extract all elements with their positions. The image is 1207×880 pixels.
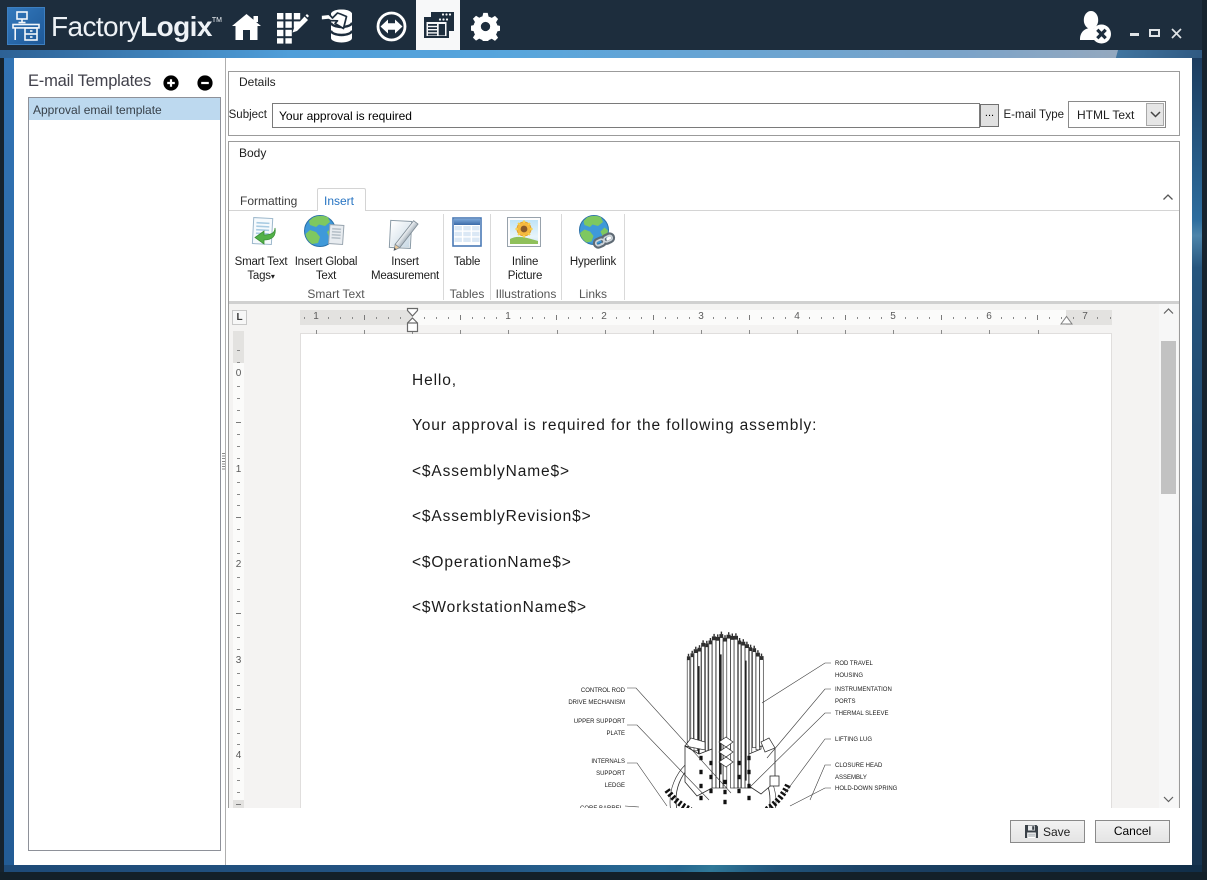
svg-text:DRIVE MECHANISM: DRIVE MECHANISM — [568, 700, 625, 706]
svg-text:PORTS: PORTS — [835, 699, 856, 705]
svg-text:ROD TRAVEL: ROD TRAVEL — [835, 661, 873, 667]
svg-text:HOUSING: HOUSING — [835, 673, 863, 679]
svg-text:INTERNALS: INTERNALS — [591, 759, 625, 765]
svg-text:PLATE: PLATE — [606, 731, 625, 737]
svg-text:CLOSURE HEAD: CLOSURE HEAD — [835, 763, 883, 769]
svg-text:UPPER SUPPORT: UPPER SUPPORT — [574, 719, 626, 725]
svg-text:CONTROL ROD: CONTROL ROD — [581, 688, 626, 694]
svg-text:LIFTING LUG: LIFTING LUG — [835, 737, 872, 743]
svg-text:SUPPORT: SUPPORT — [596, 771, 625, 777]
svg-text:THERMAL SLEEVE: THERMAL SLEEVE — [835, 711, 888, 717]
svg-text:INSTRUMENTATION: INSTRUMENTATION — [835, 687, 892, 693]
svg-text:HOLD-DOWN SPRING: HOLD-DOWN SPRING — [835, 786, 898, 792]
svg-text:CORE BARREL: CORE BARREL — [580, 806, 624, 808]
svg-text:ASSEMBLY: ASSEMBLY — [835, 775, 867, 781]
svg-text:LEDGE: LEDGE — [605, 783, 625, 789]
